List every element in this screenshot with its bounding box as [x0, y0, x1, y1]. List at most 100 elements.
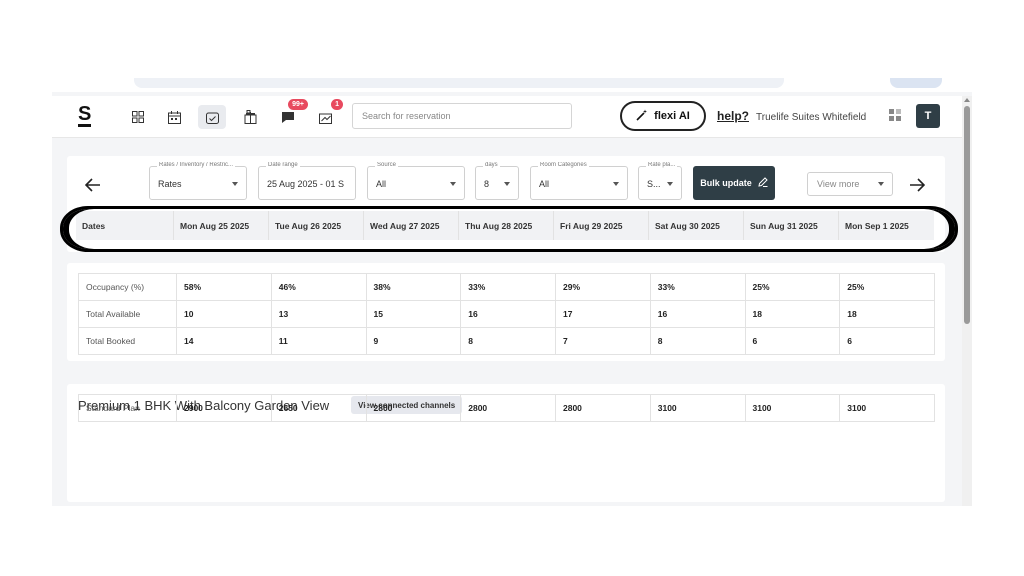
flexi-ai-label: flexi AI — [654, 110, 690, 122]
rates-inventory-select[interactable]: Rates / Inventory / Restric... Rates — [149, 162, 247, 200]
previous-week-arrow-icon[interactable] — [84, 176, 101, 197]
page-scrollbar[interactable] — [962, 96, 972, 506]
rate-plan-select[interactable]: Rate pla... S... — [638, 162, 682, 200]
view-more-select[interactable]: View more — [807, 172, 893, 196]
analytics-badge: 1 — [331, 99, 343, 110]
chevron-down-icon — [504, 182, 510, 186]
date-header-cell: Wed Aug 27 2025 — [364, 211, 459, 240]
dates-header-row: Dates Mon Aug 25 2025 Tue Aug 26 2025 We… — [76, 211, 934, 240]
source-value: All — [376, 179, 387, 189]
table-cell: 11 — [270, 327, 367, 355]
hotel-name[interactable]: Truelife Suites Whitefield — [756, 112, 866, 123]
source-select[interactable]: Source All — [367, 162, 465, 200]
chevron-down-icon — [878, 182, 884, 186]
occupancy-stats-table: Occupancy (%) 58% 46% 38% 33% 29% 33% 25… — [78, 273, 935, 355]
table-cell: 38% — [365, 273, 462, 301]
date-header-cell: Mon Sep 1 2025 — [845, 221, 909, 231]
next-week-arrow-icon[interactable] — [909, 176, 926, 197]
date-range-field[interactable]: Date range 25 Aug 2025 - 01 S — [258, 162, 356, 200]
search-input[interactable] — [352, 103, 572, 129]
chevron-down-icon — [613, 182, 619, 186]
table-cell: 16 — [460, 300, 556, 328]
apps-grid-icon[interactable] — [889, 109, 901, 121]
gift-icon[interactable] — [238, 105, 262, 129]
row-label: Occupancy (%) — [78, 273, 177, 301]
bulk-update-label: Bulk update — [700, 178, 752, 188]
rate-cell[interactable]: 3100 — [744, 394, 841, 422]
table-row: Standard Plan 2900 2650 2800 2800 2800 3… — [78, 394, 935, 422]
calendar-icon[interactable] — [162, 105, 186, 129]
address-bar[interactable] — [134, 78, 784, 88]
days-label: days — [483, 162, 500, 168]
rates-inventory-value: Rates — [158, 179, 182, 189]
rate-plan-value: S... — [647, 179, 661, 189]
rate-cell[interactable]: 3100 — [649, 394, 746, 422]
room-categories-value: All — [539, 179, 550, 189]
messages-icon[interactable]: 99+ — [276, 99, 308, 129]
app-logo[interactable]: S — [78, 104, 92, 127]
table-cell: 25% — [839, 273, 935, 301]
table-cell: 33% — [649, 273, 746, 301]
table-cell: 17 — [555, 300, 651, 328]
table-cell: 33% — [460, 273, 556, 301]
room-rates-table: Standard Plan 2900 2650 2800 2800 2800 3… — [78, 394, 935, 422]
scrollbar-thumb[interactable] — [964, 106, 970, 324]
room-categories-select[interactable]: Room Categories All — [530, 162, 628, 200]
date-header-cell: Sun Aug 31 2025 — [744, 211, 839, 240]
rate-cell[interactable]: 2800 — [555, 394, 651, 422]
source-label: Source — [375, 162, 399, 168]
room-category-card: Premium 1 BHK With Balcony Garden View V… — [67, 384, 945, 502]
top-navigation-bar: S 99+ 1 flexi AI help? Truelife — [52, 96, 962, 138]
rates-calendar-icon[interactable] — [198, 105, 226, 129]
date-header-cell: Sat Aug 30 2025 — [649, 211, 744, 240]
row-label: Total Available — [78, 300, 177, 328]
table-cell: 8 — [460, 327, 556, 355]
table-cell: 13 — [270, 300, 367, 328]
help-link[interactable]: help? — [717, 109, 749, 123]
table-cell: 18 — [744, 300, 841, 328]
days-value: 8 — [484, 179, 490, 189]
row-label: Total Booked — [78, 327, 177, 355]
rate-plan-name: Standard Plan — [78, 394, 177, 422]
rate-cell[interactable]: 2650 — [270, 394, 367, 422]
chevron-down-icon — [667, 182, 673, 186]
rate-cell[interactable]: 3100 — [839, 394, 935, 422]
rate-cell[interactable]: 2800 — [460, 394, 556, 422]
pencil-icon — [758, 177, 768, 189]
date-range-label: Date range — [266, 162, 300, 168]
table-cell: 6 — [744, 327, 841, 355]
view-more-label: View more — [817, 179, 860, 189]
browser-profile-pill[interactable] — [890, 78, 942, 88]
table-row: Total Available 10 13 15 16 17 16 18 18 — [78, 300, 935, 328]
days-select[interactable]: days 8 — [475, 162, 519, 200]
table-cell: 16 — [649, 300, 746, 328]
table-cell: 7 — [555, 327, 651, 355]
table-cell: 14 — [176, 327, 272, 355]
table-cell: 6 — [839, 327, 935, 355]
dashboard-icon[interactable] — [126, 105, 150, 129]
rate-cell[interactable]: 2900 — [176, 394, 272, 422]
rate-cell[interactable]: 2800 — [365, 394, 462, 422]
rates-inventory-label: Rates / Inventory / Restric... — [157, 162, 236, 168]
table-row: Total Booked 14 11 9 8 7 8 6 6 — [78, 327, 935, 355]
table-row: Occupancy (%) 58% 46% 38% 33% 29% 33% 25… — [78, 273, 935, 301]
rate-plan-label: Rate pla... — [646, 162, 678, 168]
bulk-update-button[interactable]: Bulk update — [693, 166, 775, 200]
date-header-cell: Tue Aug 26 2025 — [269, 211, 364, 240]
table-cell: 25% — [744, 273, 841, 301]
table-cell: 15 — [365, 300, 462, 328]
table-cell: 58% — [176, 273, 272, 301]
browser-strip — [52, 78, 972, 92]
analytics-icon[interactable]: 1 — [314, 99, 343, 129]
app-window: S 99+ 1 flexi AI help? Truelife — [52, 78, 972, 506]
user-avatar[interactable]: T — [916, 104, 940, 128]
flexi-ai-button[interactable]: flexi AI — [620, 101, 706, 131]
dates-header-label: Dates — [76, 211, 174, 240]
occupancy-stats-card: Occupancy (%) 58% 46% 38% 33% 29% 33% 25… — [67, 263, 945, 361]
magic-wand-icon — [636, 109, 648, 124]
table-cell: 9 — [365, 327, 462, 355]
date-header-cell: Fri Aug 29 2025 — [554, 211, 649, 240]
table-cell: 18 — [839, 300, 935, 328]
scroll-up-arrow-icon[interactable] — [964, 98, 970, 102]
table-cell: 10 — [176, 300, 272, 328]
